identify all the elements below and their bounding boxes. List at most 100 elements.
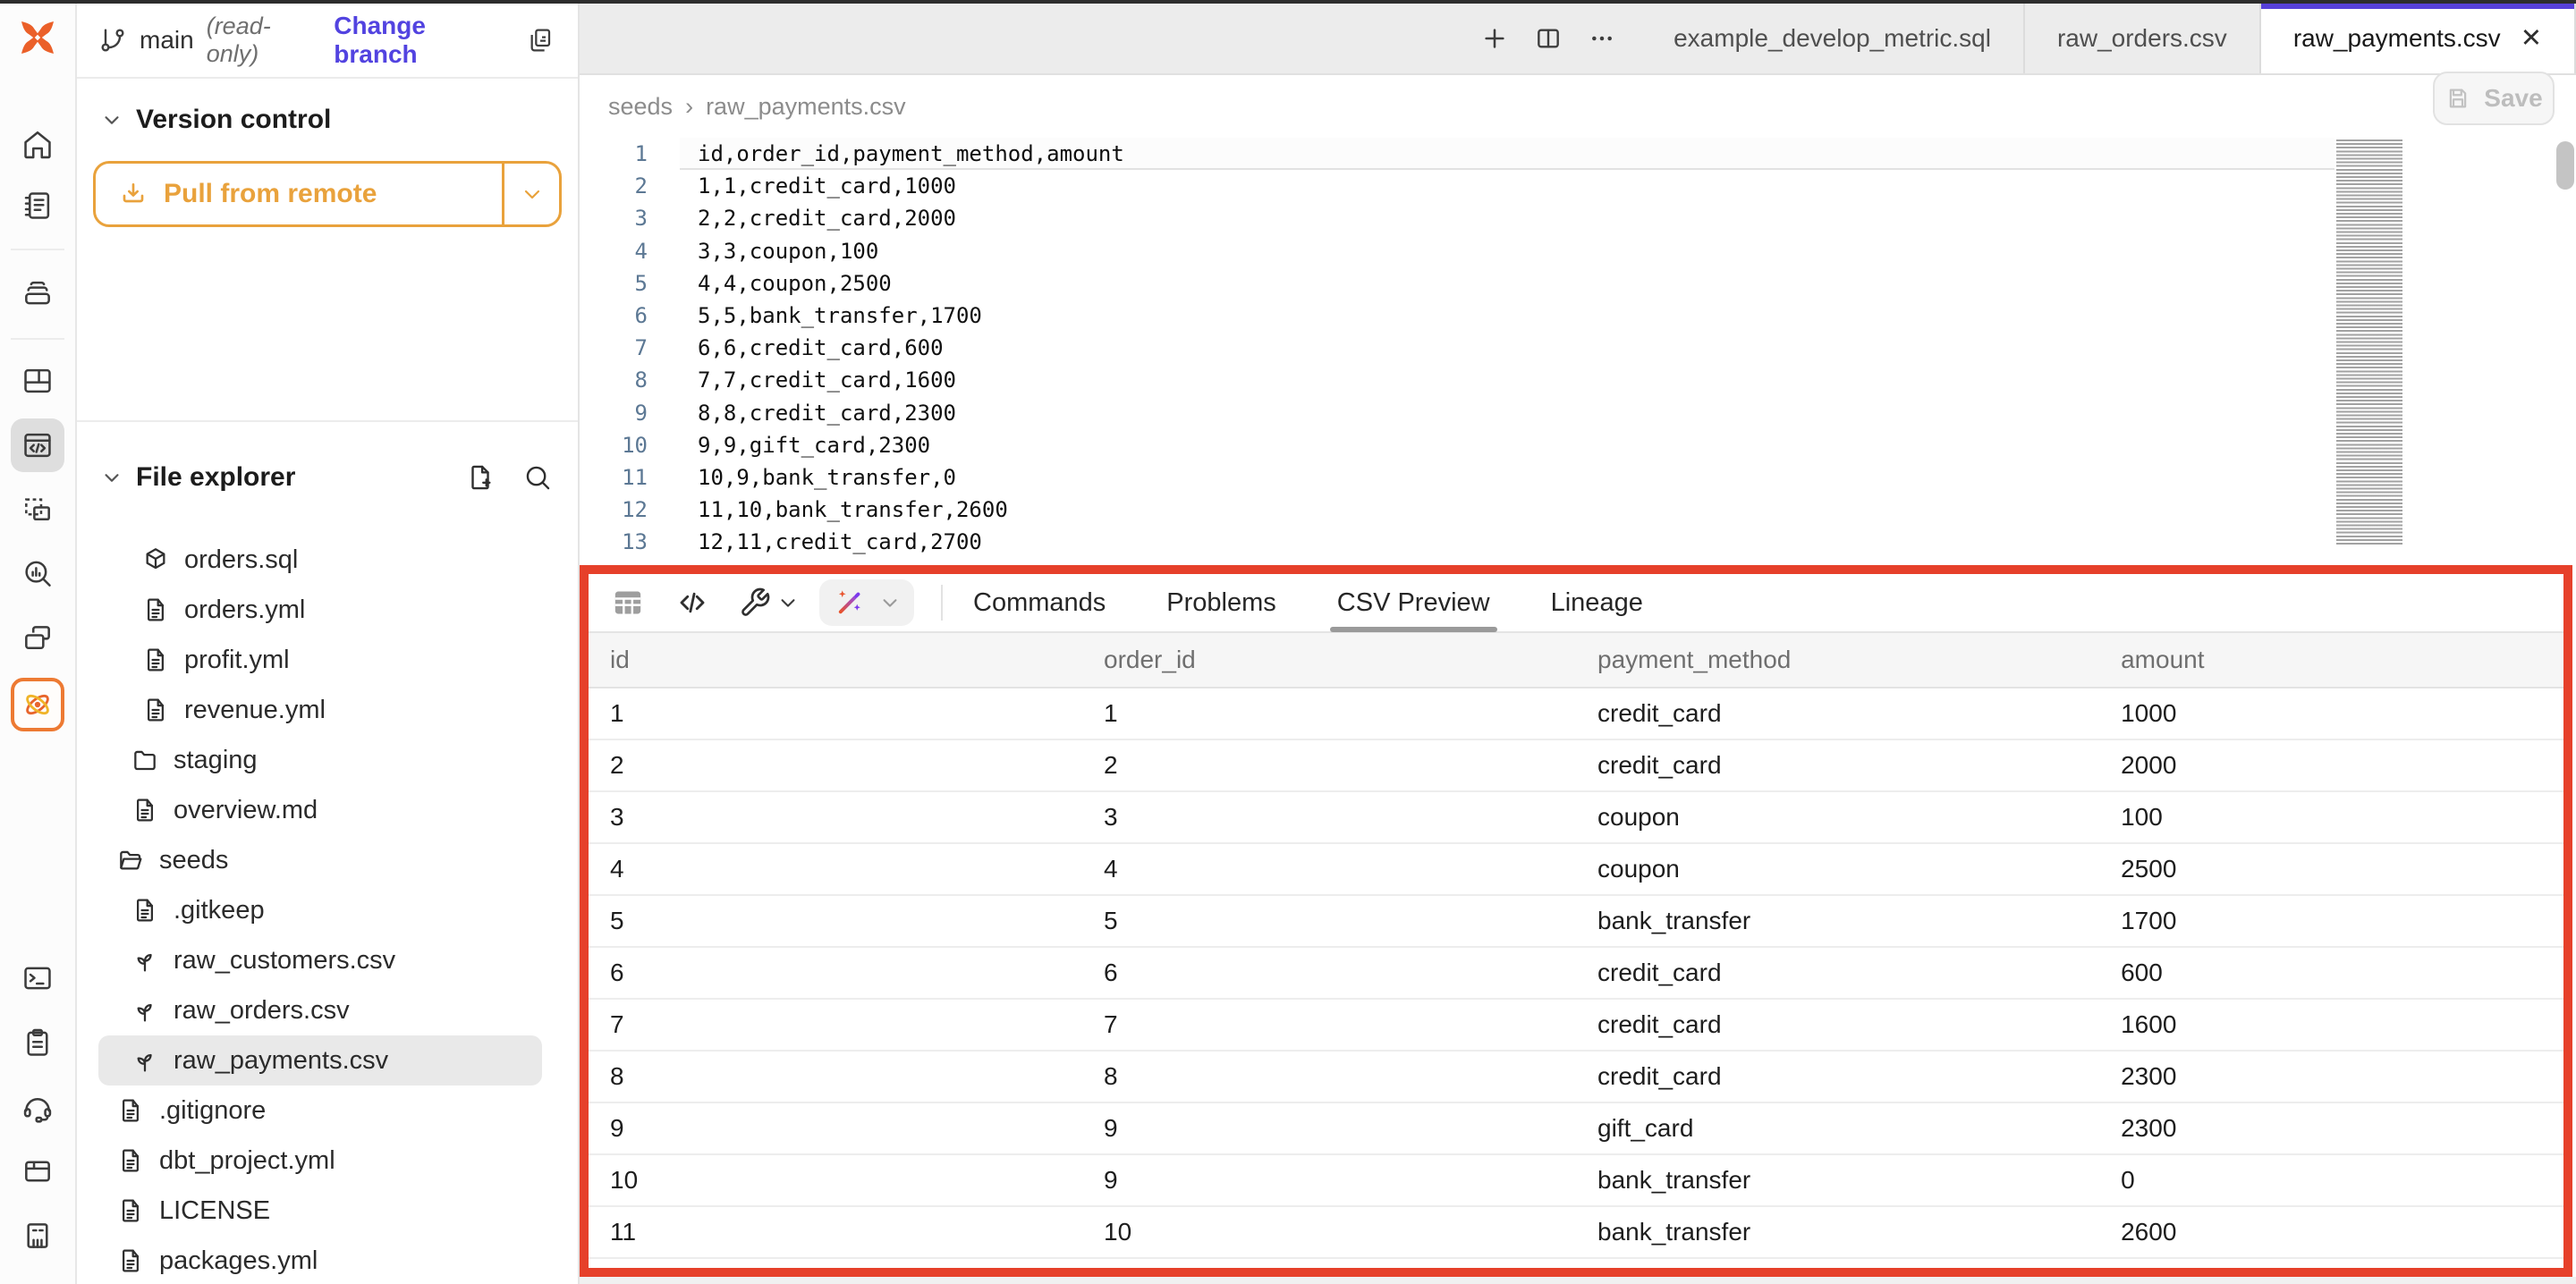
- line-number: 10: [580, 433, 648, 458]
- tab-label: example_develop_metric.sql: [1674, 24, 1991, 53]
- branch-mode: (read-only): [207, 13, 322, 68]
- document-icon: [116, 1096, 145, 1125]
- file-explorer-list: orders.sql orders.yml: [77, 535, 578, 1284]
- file-name: staging: [174, 746, 258, 775]
- file-explorer-item[interactable]: orders.sql: [98, 535, 542, 585]
- file-explorer-item[interactable]: .gitignore: [98, 1085, 542, 1136]
- frame-select-icon[interactable]: [11, 483, 64, 536]
- code-line: 1 id,order_id,payment_method,amount: [580, 138, 2576, 170]
- windows-icon[interactable]: [11, 612, 64, 665]
- file-explorer-item[interactable]: LICENSE: [98, 1186, 542, 1236]
- file-explorer-item[interactable]: staging: [98, 735, 542, 785]
- document-icon: [131, 796, 159, 824]
- file-name: overview.md: [174, 796, 318, 825]
- editor-tab[interactable]: raw_orders.csv ✕: [2025, 4, 2261, 73]
- file-explorer-item[interactable]: revenue.yml: [98, 685, 542, 735]
- notebook-icon[interactable]: [11, 179, 64, 232]
- file-explorer-item[interactable]: packages.yml: [98, 1236, 542, 1284]
- new-tab-icon[interactable]: [1480, 24, 1509, 53]
- line-number: 4: [580, 239, 648, 264]
- editor-scrollbar-thumb[interactable]: [2556, 141, 2574, 190]
- table-row: 11 10 bank_transfer 2600: [589, 1207, 2563, 1259]
- more-options-icon[interactable]: [1588, 24, 1616, 53]
- save-button[interactable]: Save: [2433, 72, 2555, 125]
- activity-rail: [0, 4, 77, 1284]
- seed-sprout-icon: [131, 946, 159, 975]
- minimap[interactable]: [2336, 139, 2402, 545]
- file-explorer-item[interactable]: overview.md: [98, 785, 542, 835]
- column-header: amount: [2099, 646, 2563, 674]
- file-explorer-item[interactable]: orders.yml: [98, 585, 542, 635]
- editor-tab[interactable]: example_develop_metric.sql ✕: [1641, 4, 2025, 73]
- line-number: 9: [580, 401, 648, 426]
- data-search-icon[interactable]: [11, 547, 64, 601]
- stack-icon[interactable]: [11, 266, 64, 320]
- rail-divider: [11, 338, 64, 340]
- panel-tab[interactable]: CSV Preview: [1337, 573, 1490, 632]
- panel-tab[interactable]: Commands: [973, 573, 1106, 632]
- version-control-header[interactable]: Version control: [102, 100, 553, 139]
- file-name: dbt_project.yml: [159, 1146, 335, 1176]
- chevron-down-icon[interactable]: [102, 468, 122, 487]
- file-name: .gitignore: [159, 1096, 266, 1126]
- file-explorer-item[interactable]: raw_orders.csv: [98, 985, 542, 1035]
- cell-order-id: 7: [1082, 1010, 1576, 1039]
- code-view-icon[interactable]: [676, 587, 708, 619]
- line-number: 1: [580, 141, 648, 166]
- code-editor[interactable]: 1 id,order_id,payment_method,amount 2 1,…: [580, 138, 2576, 565]
- split-view-icon[interactable]: [1534, 24, 1563, 53]
- cell-payment-method: credit_card: [1576, 1062, 2099, 1091]
- cell-id: 2: [589, 751, 1082, 780]
- change-branch-link[interactable]: Change branch: [334, 12, 513, 69]
- home-icon[interactable]: [11, 118, 64, 172]
- cell-amount: 2300: [2099, 1062, 2563, 1091]
- build-wrench-icon[interactable]: [739, 587, 798, 619]
- save-label: Save: [2484, 84, 2542, 113]
- copy-icon[interactable]: [526, 26, 555, 55]
- file-explorer-item[interactable]: profit.yml: [98, 635, 542, 685]
- terminal-icon[interactable]: [11, 951, 64, 1005]
- panel-tab[interactable]: Lineage: [1551, 573, 1643, 632]
- code-editor-icon[interactable]: [11, 418, 64, 472]
- headset-icon[interactable]: [11, 1080, 64, 1134]
- line-number: 5: [580, 271, 648, 296]
- cell-amount: 600: [2099, 959, 2563, 987]
- pull-button-label: Pull from remote: [164, 179, 377, 209]
- building-icon[interactable]: [11, 1209, 64, 1263]
- file-explorer-item[interactable]: raw_payments.csv: [98, 1035, 542, 1085]
- cell-payment-method: credit_card: [1576, 959, 2099, 987]
- file-explorer-item[interactable]: dbt_project.yml: [98, 1136, 542, 1186]
- pull-options-dropdown[interactable]: [502, 164, 559, 224]
- line-number: 12: [580, 497, 648, 522]
- table-row: 7 7 credit_card 1600: [589, 1000, 2563, 1052]
- file-name: raw_customers.csv: [174, 946, 395, 976]
- cell-order-id: 5: [1082, 907, 1576, 935]
- document-icon: [141, 596, 170, 624]
- code-line: 8 7,7,credit_card,1600: [580, 364, 2576, 396]
- dashboard-icon[interactable]: [11, 354, 64, 408]
- panel-tab[interactable]: Problems: [1166, 573, 1276, 632]
- close-icon[interactable]: ✕: [2521, 26, 2542, 52]
- line-text: 3,3,coupon,100: [648, 239, 878, 264]
- file-explorer-item[interactable]: seeds: [98, 835, 542, 885]
- cell-payment-method: credit_card: [1576, 699, 2099, 728]
- file-explorer-item[interactable]: .gitkeep: [98, 885, 542, 935]
- code-line: 11 10,9,bank_transfer,0: [580, 461, 2576, 494]
- table-row: 9 9 gift_card 2300: [589, 1103, 2563, 1155]
- ai-atom-icon[interactable]: [11, 678, 64, 731]
- pull-from-remote-button[interactable]: Pull from remote: [93, 161, 562, 227]
- branch-name: main: [140, 26, 194, 55]
- clipboard-icon[interactable]: [11, 1016, 64, 1069]
- file-explorer-item[interactable]: raw_customers.csv: [98, 935, 542, 985]
- ai-assist-wand-button[interactable]: [819, 579, 914, 626]
- editor-tab[interactable]: raw_payments.csv ✕: [2261, 4, 2576, 73]
- table-view-icon[interactable]: [610, 585, 646, 621]
- new-file-icon[interactable]: [465, 462, 496, 493]
- search-icon[interactable]: [522, 462, 553, 493]
- cell-id: 5: [589, 907, 1082, 935]
- chevron-down-icon[interactable]: [778, 593, 798, 612]
- chevron-down-icon[interactable]: [880, 593, 900, 612]
- folder-open-icon: [116, 846, 145, 874]
- browser-icon[interactable]: [11, 1145, 64, 1198]
- file-name: orders.sql: [184, 545, 298, 575]
